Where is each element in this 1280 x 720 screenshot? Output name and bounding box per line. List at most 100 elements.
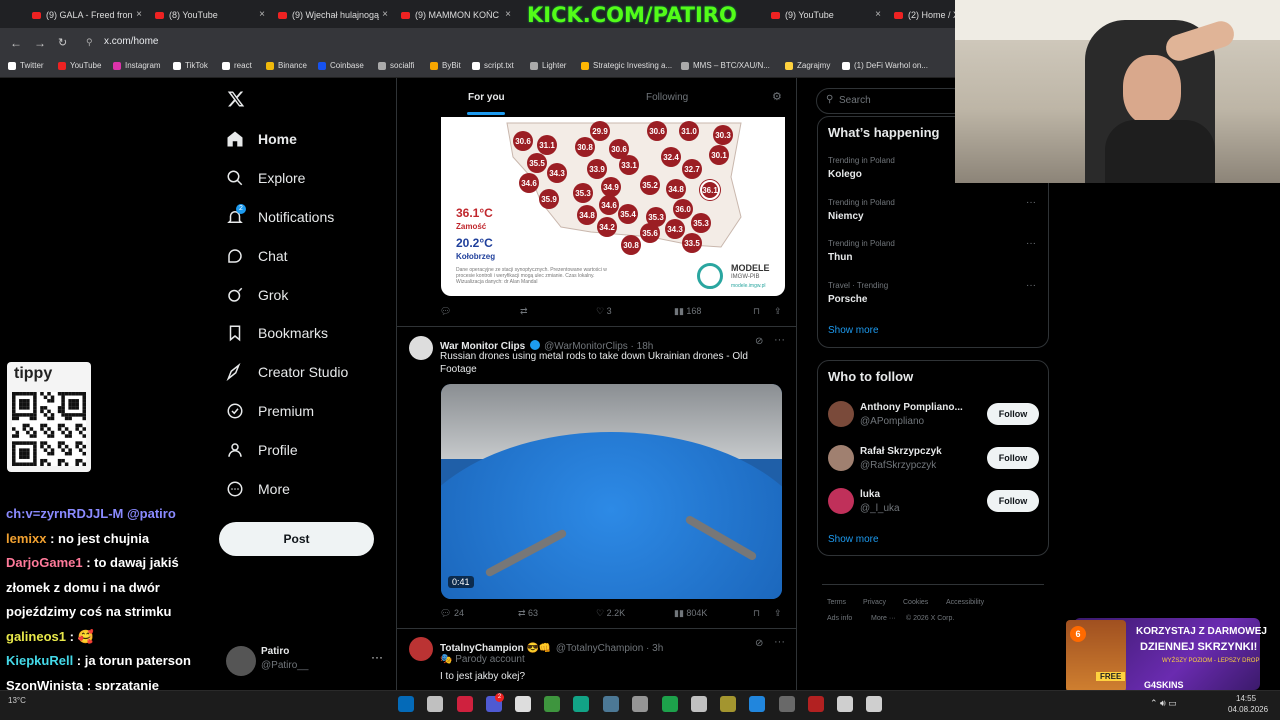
- trends-show-more[interactable]: Show more: [828, 325, 879, 336]
- taskbar-app-icon[interactable]: [749, 696, 765, 712]
- taskbar-app-icon[interactable]: [837, 696, 853, 712]
- taskbar-app-icon[interactable]: [515, 696, 531, 712]
- repost-icon[interactable]: ⇄: [520, 306, 528, 317]
- trend-more-icon[interactable]: ···: [1026, 197, 1036, 208]
- taskbar-app-icon[interactable]: [427, 696, 443, 712]
- tray-icons[interactable]: ⌃ 🔊︎ ▭: [1150, 698, 1177, 709]
- close-tab-icon[interactable]: ×: [259, 9, 265, 20]
- taskbar-app-icon[interactable]: [779, 696, 795, 712]
- follow-avatar[interactable]: [828, 444, 854, 471]
- timeline-settings-icon[interactable]: ⚙: [772, 90, 782, 103]
- tab-for-you[interactable]: For you: [468, 92, 505, 103]
- taskbar-app-icon[interactable]: [866, 696, 882, 712]
- forward-icon[interactable]: →: [34, 36, 46, 50]
- repost-icon[interactable]: ⇄ 63: [518, 608, 538, 619]
- bookmark-item[interactable]: ByBit: [430, 61, 461, 70]
- footer-link[interactable]: Terms: [827, 599, 846, 606]
- trend-more-icon[interactable]: ···: [1026, 280, 1036, 291]
- post3-avatar[interactable]: [409, 637, 433, 661]
- footer-link[interactable]: More ···: [871, 615, 896, 622]
- bookmark-item[interactable]: YouTube: [58, 61, 101, 70]
- weather-map-image[interactable]: 29.9 30.6 31.0 30.3 30.6 31.1 30.8 30.6 32.4 30.1…: [441, 117, 785, 296]
- clock-date[interactable]: 04.08.2026: [1228, 705, 1268, 714]
- taskbar-app-icon[interactable]: [603, 696, 619, 712]
- url-field[interactable]: x.com/home: [96, 33, 696, 51]
- back-icon[interactable]: ←: [10, 36, 22, 50]
- taskbar-app-icon[interactable]: [457, 696, 473, 712]
- close-tab-icon[interactable]: ×: [875, 9, 881, 20]
- browser-tab[interactable]: (9) YouTube ×: [763, 4, 887, 26]
- follow-button[interactable]: Follow: [987, 403, 1039, 425]
- post-button[interactable]: Post: [219, 522, 374, 556]
- browser-tab[interactable]: (9) Wjechał hulajnogą ×: [270, 4, 394, 26]
- nav-chat[interactable]: Chat: [226, 245, 288, 267]
- like-icon[interactable]: ♡ 3: [596, 306, 612, 317]
- footer-link[interactable]: Cookies: [903, 599, 928, 606]
- trend-name[interactable]: Kolego: [828, 169, 862, 180]
- post3-more-icon[interactable]: ···: [774, 636, 785, 648]
- x-logo-icon[interactable]: [227, 90, 245, 108]
- follow-name[interactable]: Rafał Skrzypczyk: [860, 446, 942, 457]
- account-avatar[interactable]: [226, 646, 256, 676]
- follow-name[interactable]: Anthony Pompliano...: [860, 402, 963, 413]
- post2-video[interactable]: 0:41: [441, 384, 782, 599]
- nav-explore[interactable]: Explore: [226, 167, 305, 189]
- reload-icon[interactable]: ↻: [58, 36, 67, 49]
- trend-name[interactable]: Niemcy: [828, 211, 864, 222]
- post3-name[interactable]: TotalnyChampion 😎👊: [440, 643, 551, 654]
- bookmark-item[interactable]: TikTok: [173, 61, 208, 70]
- browser-tab[interactable]: (9) GALA - Freed fron ×: [24, 4, 148, 26]
- post2-more-icon[interactable]: ···: [774, 334, 785, 346]
- follow-show-more[interactable]: Show more: [828, 534, 879, 545]
- taskbar-app-icon[interactable]: [691, 696, 707, 712]
- grok-icon[interactable]: ⊘: [755, 638, 763, 649]
- grok-icon[interactable]: ⊘: [755, 336, 763, 347]
- nav-profile[interactable]: Profile: [226, 439, 298, 461]
- trend-name[interactable]: Thun: [828, 252, 852, 263]
- bookmark-item[interactable]: Lighter: [530, 61, 566, 70]
- nav-home[interactable]: Home: [226, 128, 297, 150]
- bookmark-item[interactable]: Strategic Investing a...: [581, 61, 672, 70]
- g4skins-promo[interactable]: 6 KORZYSTAJ Z DARMOWEJ DZIENNEJ SKRZYNKI…: [1066, 614, 1267, 694]
- weather-temp[interactable]: 13°C: [8, 696, 26, 705]
- close-tab-icon[interactable]: ×: [382, 9, 388, 20]
- site-info-icon[interactable]: ⚲: [86, 37, 93, 48]
- taskbar-app-icon[interactable]: [398, 696, 414, 712]
- nav-creator-studio[interactable]: Creator Studio: [226, 361, 348, 383]
- bookmark-item[interactable]: Twitter: [8, 61, 44, 70]
- trend-more-icon[interactable]: ···: [1026, 238, 1036, 249]
- tab-following[interactable]: Following: [646, 92, 688, 103]
- bookmark-item[interactable]: socialfi: [378, 61, 414, 70]
- bookmark-item[interactable]: script.txt: [472, 61, 514, 70]
- bookmark-item[interactable]: Coinbase: [318, 61, 364, 70]
- views-icon[interactable]: ▮▮ 168: [674, 306, 701, 317]
- trend-name[interactable]: Porsche: [828, 294, 867, 305]
- bookmark-item[interactable]: Binance: [266, 61, 307, 70]
- reply-icon[interactable]: 💬︎: [440, 306, 451, 317]
- post2-avatar[interactable]: [409, 336, 433, 360]
- nav-bookmarks[interactable]: Bookmarks: [226, 322, 328, 344]
- follow-avatar[interactable]: [828, 488, 854, 514]
- bookmark-item[interactable]: (1) DeFi Warhol on...: [842, 61, 928, 70]
- bookmark-icon[interactable]: ⊓: [753, 608, 760, 619]
- bookmark-item[interactable]: Zagrajmy: [785, 61, 830, 70]
- follow-button[interactable]: Follow: [987, 490, 1039, 512]
- browser-tab[interactable]: (8) YouTube ×: [147, 4, 271, 26]
- browser-tab[interactable]: (9) MAMMON KOŃC ×: [393, 4, 517, 26]
- account-more-icon[interactable]: ···: [371, 650, 383, 664]
- share-icon[interactable]: ⇪: [774, 306, 782, 317]
- close-tab-icon[interactable]: ×: [136, 9, 142, 20]
- bookmark-item[interactable]: react: [222, 61, 252, 70]
- footer-link[interactable]: Ads info: [827, 615, 852, 622]
- clock-time[interactable]: 14:55: [1236, 694, 1256, 703]
- bookmark-icon[interactable]: ⊓: [753, 306, 760, 317]
- footer-link[interactable]: Privacy: [863, 599, 886, 606]
- taskbar-app-icon[interactable]: [632, 696, 648, 712]
- post3-handle[interactable]: @TotalnyChampion · 3h: [556, 643, 663, 654]
- taskbar-app-icon[interactable]: [808, 696, 824, 712]
- taskbar-app-icon[interactable]: [544, 696, 560, 712]
- follow-avatar[interactable]: [828, 401, 854, 427]
- share-icon[interactable]: ⇪: [774, 608, 782, 619]
- follow-button[interactable]: Follow: [987, 446, 1039, 469]
- bookmark-item[interactable]: MMS – BTC/XAU/N...: [681, 61, 770, 70]
